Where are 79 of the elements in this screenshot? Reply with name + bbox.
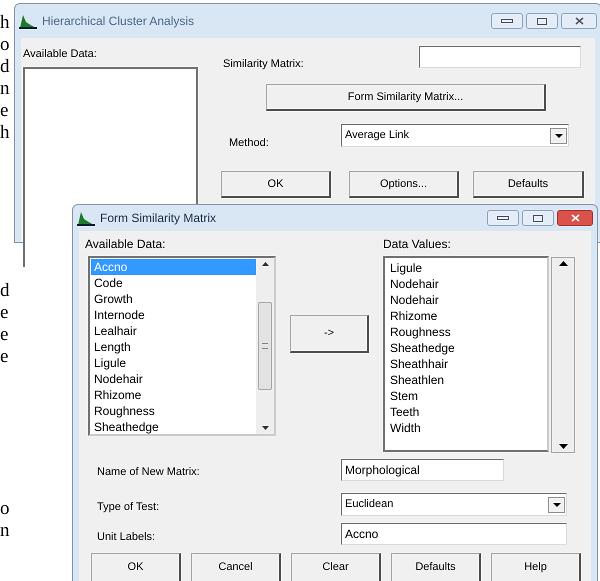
list-item[interactable]: Sheathedge [390,340,547,356]
dialog-button[interactable]: Defaults [391,553,481,581]
list-item[interactable]: Rhizome [91,387,256,403]
list-box[interactable]: Accno Code Growth Internode Lealhair Length Ligule Nodehair Rhizome Roughness Sheathedge [88,256,276,436]
dropdown-arrow-icon [554,134,562,138]
list-item[interactable]: Code [91,275,256,291]
dialog-button[interactable]: Help [491,553,581,581]
scroll-up-icon [558,261,568,266]
close-button[interactable] [557,210,593,226]
list-item[interactable]: Lealhair [91,323,256,339]
scrollbar[interactable] [256,258,274,434]
scroll-down-icon [558,444,568,449]
scrollbar[interactable] [551,257,575,453]
input-field[interactable]: Accno [341,523,567,545]
method-dropdown[interactable]: Average Link [341,124,569,147]
dialog-button[interactable]: Defaults [473,171,584,198]
field-label: Type of Test: [97,500,160,515]
minimize-button[interactable] [491,13,523,29]
document-text: e [0,302,10,324]
list-item[interactable]: Roughness [390,324,547,340]
scrollbar-thumb[interactable] [258,302,272,390]
dropdown-arrow-icon [552,502,560,506]
maximize-button[interactable] [526,13,558,29]
dialog-button[interactable]: Form Similarity Matrix... [266,84,546,111]
scroll-down-icon [262,426,268,430]
window-title: Form Similarity Matrix [100,210,217,227]
dialog-button[interactable]: Cancel [191,553,281,581]
dialog-button[interactable]: -> [290,315,369,353]
dialog-button[interactable]: OK [221,171,331,198]
input-field[interactable] [419,46,581,68]
list-item[interactable]: Sheathlen [390,372,547,388]
field-label: Method: [229,136,269,151]
dialog-button[interactable]: OK [91,553,181,581]
scroll-up-icon [262,262,268,266]
document-text: o [0,34,10,56]
list-item[interactable]: Nodehair [390,292,547,308]
field-label: Available Data: [23,47,97,62]
document-text: h [0,122,10,144]
maximize-button[interactable] [522,210,554,226]
close-icon [570,214,580,222]
dialog-button[interactable]: Clear [291,553,381,581]
test-dropdown[interactable]: Euclidean [341,493,567,516]
field-label: Similarity Matrix: [223,57,304,72]
field-label: Name of New Matrix: [97,465,200,480]
field-label: Data Values: [383,237,451,251]
app-logo-icon [77,210,95,226]
list-item[interactable]: Ligule [390,260,547,276]
list-item[interactable]: Rhizome [390,308,547,324]
list-item[interactable]: Sheathedge [91,419,256,435]
document-text: e [0,346,10,368]
list-item[interactable]: Teeth [390,404,547,420]
close-icon [574,17,584,25]
input-field[interactable]: Morphological [341,459,504,481]
window-title: Hierarchical Cluster Analysis [42,13,196,30]
document-text: d [0,56,10,78]
minimize-button[interactable] [487,210,519,226]
list-item[interactable]: Length [91,339,256,355]
list-item[interactable]: Width [390,420,547,436]
document-text: e [0,100,10,122]
document-text: e [0,324,10,346]
list-box[interactable]: Ligule Nodehair Nodehair Rhizome Roughness Sheathedge Sheathhair Sheathlen Stem Teeth Width [383,256,549,452]
document-text: o [0,498,10,520]
list-item[interactable]: Internode [91,307,256,323]
document-text: n [0,520,10,542]
list-item[interactable]: Sheathhair [390,356,547,372]
list-item[interactable]: Nodehair [390,276,547,292]
list-item[interactable]: Ligule [91,355,256,371]
field-label: Available Data: [85,236,166,253]
document-text: n [0,78,10,100]
list-item[interactable]: Roughness [91,403,256,419]
field-label: Unit Labels: [97,530,156,545]
dialog-button[interactable]: Options... [349,171,459,198]
list-item[interactable]: Stem [390,388,547,404]
close-button[interactable] [561,13,597,29]
list-item[interactable]: Growth [91,291,256,307]
app-logo-icon [19,13,37,29]
document-text: h [0,12,10,34]
document-text: d [0,280,10,302]
list-item[interactable]: Nodehair [91,371,256,387]
